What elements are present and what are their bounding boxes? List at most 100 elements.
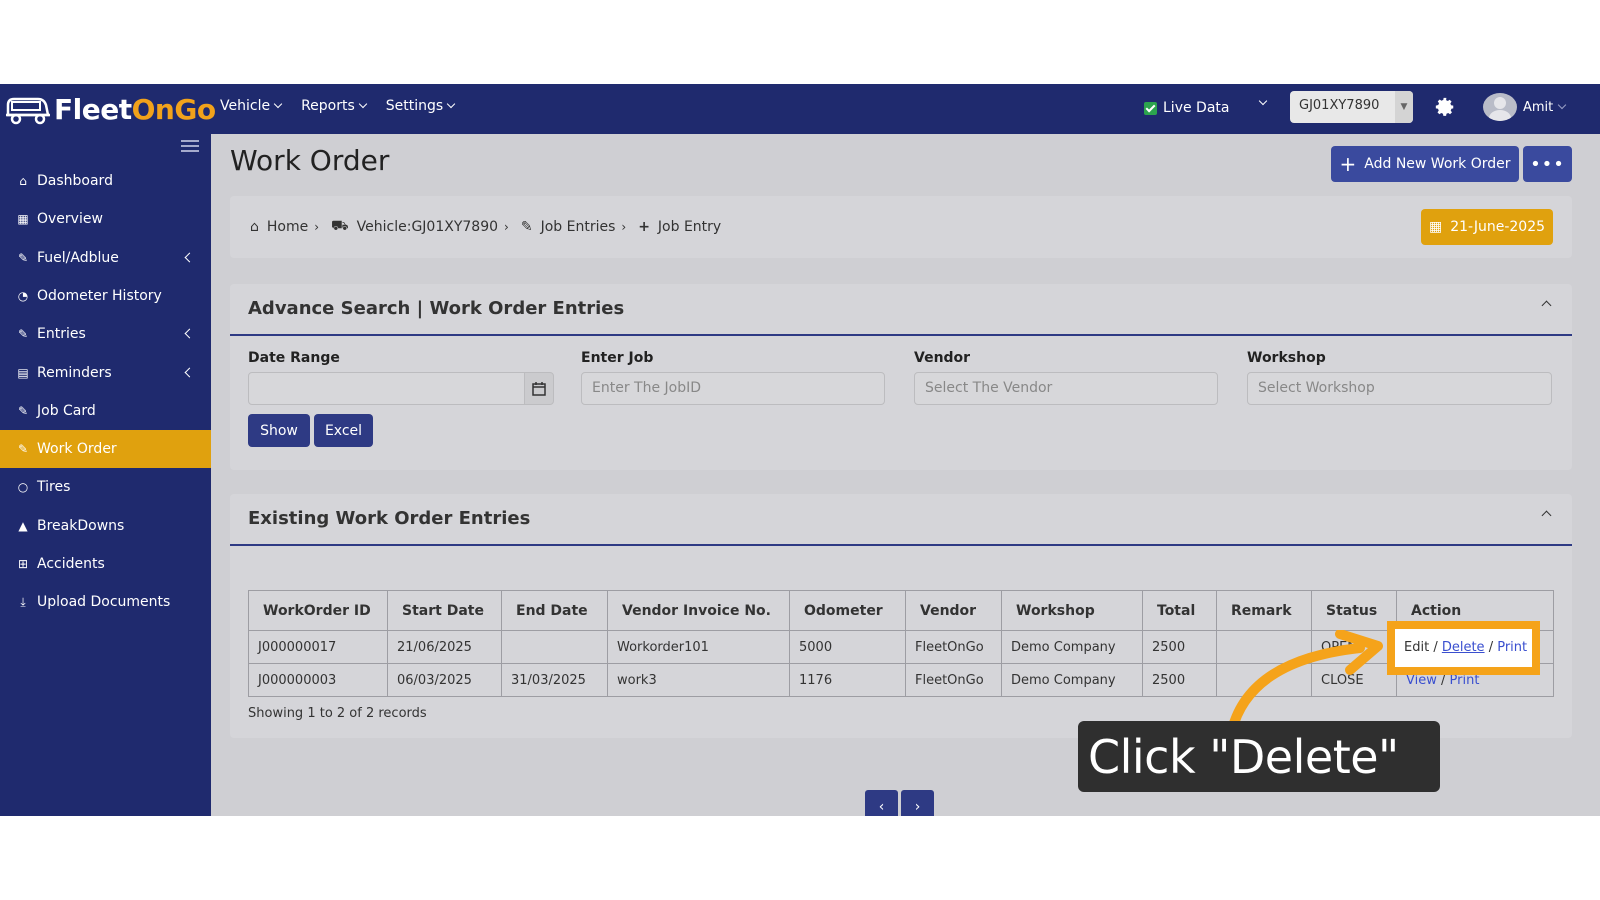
excel-button[interactable]: Excel [314, 414, 373, 447]
advance-search-title: Advance Search | Work Order Entries [248, 298, 625, 319]
col-remark[interactable]: Remark [1216, 590, 1312, 631]
cell-id: J000000003 [248, 663, 388, 697]
checkbox-checked-icon[interactable] [1144, 101, 1157, 115]
sidebar-item-label: Odometer History [37, 287, 162, 304]
sidebar-item-label: Dashboard [37, 173, 113, 189]
add-button-label: Add New Work Order [1364, 156, 1511, 172]
sidebar-item-label: Reminders [37, 364, 112, 381]
truck-logo-icon [6, 97, 50, 125]
avatar [1483, 93, 1517, 121]
col-odometer[interactable]: Odometer [789, 590, 906, 631]
sidebar-item-tires[interactable]: ○ Tires [0, 468, 211, 506]
gear-icon[interactable] [1434, 96, 1456, 118]
cell-vendor: FleetOnGo [905, 630, 1002, 664]
vendor-label: Vendor [914, 350, 971, 366]
job-id-input[interactable]: Enter The JobID [581, 372, 885, 405]
col-workorder-id[interactable]: WorkOrder ID [248, 590, 388, 631]
sidebar-item-label: Entries [37, 326, 86, 343]
col-end-date[interactable]: End Date [501, 590, 608, 631]
sidebar-item-label: Overview [37, 211, 103, 228]
sidebar-item-entries[interactable]: ✎ Entries [0, 315, 211, 353]
action-separator: / [1433, 640, 1442, 655]
sidebar-item-odometer-history[interactable]: ◔ Odometer History [0, 277, 211, 315]
nav-settings-label: Settings [385, 98, 444, 114]
user-name: Amit [1523, 99, 1554, 115]
plus-icon: + [638, 219, 650, 235]
date-button[interactable]: ▦ 21-June-2025 [1421, 209, 1553, 245]
sidebar-item-upload-documents[interactable]: ⤓ Upload Documents [0, 583, 211, 621]
download-icon: ⤓ [20, 594, 26, 609]
date-label: 21-June-2025 [1450, 219, 1546, 235]
nav-vehicle[interactable]: Vehicle [220, 98, 283, 114]
truck-icon: ⛟ [331, 218, 349, 234]
workshop-select[interactable]: Select Workshop [1247, 372, 1552, 405]
nav-vehicle-label: Vehicle [220, 98, 271, 114]
vehicle-select[interactable]: GJ01XY7890 ▼ [1290, 91, 1413, 123]
row1-actions: Edit / Delete / Print [1404, 640, 1527, 655]
sidebar-item-label: Fuel/Adblue [37, 249, 119, 266]
pager-prev-button[interactable]: ‹ [865, 790, 898, 816]
edit-icon: ✎ [17, 403, 29, 418]
col-total[interactable]: Total [1142, 590, 1217, 631]
nav-settings[interactable]: Settings [385, 98, 456, 114]
breadcrumb-job-entry: Job Entry [657, 219, 722, 235]
cell-invoice: Workorder101 [607, 630, 790, 664]
col-vendor-invoice[interactable]: Vendor Invoice No. [607, 590, 790, 631]
vehicle-select-value: GJ01XY7890 [1299, 98, 1380, 113]
breadcrumb-vehicle[interactable]: Vehicle:GJ01XY7890 [357, 219, 498, 235]
delete-link[interactable]: Delete [1442, 640, 1485, 655]
user-menu[interactable]: Amit [1483, 93, 1567, 121]
col-workshop[interactable]: Workshop [1001, 590, 1143, 631]
sidebar-item-label: Accidents [37, 556, 105, 572]
live-data-dropdown-icon[interactable] [1258, 96, 1268, 106]
top-nav: Vehicle Reports Settings [220, 98, 456, 114]
sidebar-item-label: Job Card [37, 402, 96, 419]
col-status[interactable]: Status [1311, 590, 1397, 631]
sidebar-item-accidents[interactable]: ⊞ Accidents [0, 545, 211, 583]
more-options-button[interactable]: ••• [1523, 146, 1572, 182]
vendor-select[interactable]: Select The Vendor [914, 372, 1218, 405]
enter-job-label: Enter Job [581, 350, 654, 366]
add-new-work-order-button[interactable]: + Add New Work Order [1331, 146, 1519, 182]
sidebar-item-label: Upload Documents [37, 594, 171, 611]
cell-workshop: Demo Company [1001, 630, 1143, 664]
calendar-icon[interactable] [524, 372, 554, 405]
edit-link[interactable]: Edit [1404, 640, 1429, 655]
nav-reports[interactable]: Reports [301, 98, 368, 114]
cell-id: J000000017 [248, 630, 388, 664]
sidebar-item-overview[interactable]: ▦ Overview [0, 200, 211, 238]
sidebar-item-job-card[interactable]: ✎ Job Card [0, 392, 211, 430]
sidebar-item-work-order[interactable]: ✎ Work Order [0, 430, 211, 469]
chevron-up-icon[interactable] [1541, 300, 1552, 311]
cell-end [501, 630, 608, 664]
breadcrumb: ⌂ Home › ⛟ Vehicle:GJ01XY7890 › ✎ Job Entr… [250, 218, 721, 236]
workshop-label: Workshop [1247, 350, 1326, 366]
sidebar-item-reminders[interactable]: ▤ Reminders [0, 354, 211, 392]
instruction-callout: Click "Delete" [1078, 721, 1440, 792]
live-data-toggle[interactable]: Live Data [1144, 100, 1229, 116]
breadcrumb-home[interactable]: Home [267, 219, 308, 235]
logo-text: FleetOnGo [54, 93, 216, 126]
show-button[interactable]: Show [248, 414, 310, 447]
pager-next-button[interactable]: › [901, 790, 934, 816]
col-vendor[interactable]: Vendor [905, 590, 1002, 631]
chevron-down-icon [446, 99, 456, 109]
cell-start: 21/06/2025 [387, 630, 502, 664]
hamburger-menu-icon[interactable] [181, 140, 199, 152]
nav-reports-label: Reports [301, 98, 355, 114]
logo[interactable]: FleetOnGo [4, 90, 216, 128]
advance-search-card: Advance Search | Work Order Entries Date… [230, 284, 1572, 470]
breadcrumb-job-entries[interactable]: Job Entries [541, 219, 616, 235]
calendar-icon: ▤ [17, 365, 29, 380]
print-link[interactable]: Print [1497, 640, 1527, 655]
existing-entries-header: Existing Work Order Entries [230, 494, 1572, 546]
col-start-date[interactable]: Start Date [387, 590, 502, 631]
edit-icon: ✎ [17, 442, 29, 457]
caret-down-icon[interactable]: ▼ [1395, 91, 1413, 123]
date-range-input[interactable] [248, 372, 525, 405]
sidebar-item-breakdowns[interactable]: ▲ BreakDowns [0, 507, 211, 545]
sidebar-item-fuel-adblue[interactable]: ✎ Fuel/Adblue [0, 239, 211, 277]
chevron-up-icon[interactable] [1541, 510, 1552, 521]
cell-total: 2500 [1142, 663, 1217, 697]
sidebar-item-dashboard[interactable]: ⌂ Dashboard [0, 162, 211, 200]
